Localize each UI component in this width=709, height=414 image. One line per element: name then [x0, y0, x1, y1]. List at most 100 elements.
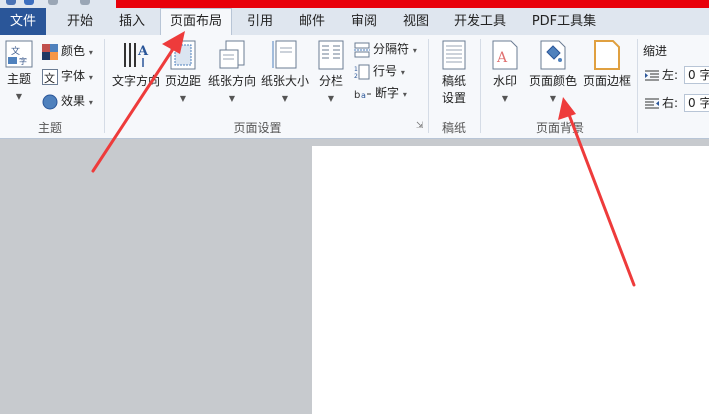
columns-icon	[318, 40, 344, 70]
chevron-down-icon: ▼	[327, 94, 335, 103]
font-icon: 文	[42, 68, 58, 85]
themes-button[interactable]: 文 字 主题 ▼	[4, 40, 34, 105]
page-borders-button[interactable]: 页面边框	[581, 40, 633, 90]
theme-effects-label: 效果	[61, 94, 86, 108]
margins-button[interactable]: 页边距 ▼	[163, 40, 203, 107]
chevron-down-icon: ▾	[88, 98, 93, 107]
text-direction-icon: A	[124, 43, 149, 67]
theme-fonts-label: 字体	[61, 69, 86, 83]
tab-review[interactable]: 审阅	[342, 8, 386, 35]
line-numbers-label: 行号	[373, 64, 398, 78]
hyphenation-label: 断字	[375, 86, 400, 100]
columns-label: 分栏	[318, 74, 343, 88]
size-button[interactable]: 纸张大小 ▼	[259, 40, 311, 107]
group-label-page-setup: 页面设置	[233, 121, 282, 135]
page-size-icon	[272, 40, 297, 69]
size-label: 纸张大小	[260, 74, 309, 88]
page-color-label: 页面颜色	[528, 74, 577, 88]
group-label-manuscript: 稿纸	[441, 121, 466, 135]
watermark-button[interactable]: A 水印 ▼	[488, 40, 522, 107]
group-separator	[428, 39, 429, 133]
hyphenation-button[interactable]: b a 断字 ▾	[354, 83, 407, 103]
chevron-down-icon: ▼	[501, 94, 509, 103]
svg-text:A: A	[496, 50, 508, 66]
svg-text:字: 字	[19, 56, 27, 66]
chevron-down-icon: ▼	[549, 94, 557, 103]
chevron-down-icon: ▾	[412, 46, 417, 55]
tab-developer[interactable]: 开发工具	[446, 8, 514, 35]
svg-text:1: 1	[354, 66, 358, 73]
text-direction-button[interactable]: A 文字方向	[110, 40, 162, 90]
paint-bucket-icon	[540, 40, 566, 70]
manuscript-settings-label-line2: 设置	[441, 91, 466, 105]
chevron-down-icon: ▾	[88, 73, 93, 82]
group-label-themes: 主题	[37, 121, 62, 135]
manuscript-icon	[442, 40, 466, 70]
hyphenation-icon: b a	[354, 90, 371, 101]
page-setup-dialog-launcher-icon[interactable]: ⇲	[416, 121, 424, 131]
indent-title: 缩进	[643, 44, 668, 58]
svg-text:b: b	[354, 90, 360, 101]
svg-text:文: 文	[11, 45, 20, 57]
group-separator	[637, 39, 638, 133]
tab-insert[interactable]: 插入	[110, 8, 154, 35]
themes-label: 主题	[6, 72, 31, 86]
themes-icon: 文 字	[5, 40, 33, 68]
text-direction-label: 文字方向	[111, 74, 160, 88]
redo-icon[interactable]	[48, 0, 58, 5]
undo-icon[interactable]	[24, 0, 34, 5]
customize-icon[interactable]	[80, 0, 90, 5]
page-color-button[interactable]: 页面颜色 ▼	[526, 40, 580, 107]
theme-colors-button[interactable]: 颜色 ▾	[42, 41, 93, 61]
manuscript-settings-label-line1: 稿纸	[441, 74, 466, 88]
breaks-icon	[354, 42, 370, 57]
svg-text:A: A	[137, 44, 149, 59]
page-borders-icon	[594, 40, 620, 70]
chevron-down-icon: ▾	[400, 68, 405, 77]
indent-right-label: 右:	[645, 93, 678, 113]
tab-pdf-tools[interactable]: PDF工具集	[524, 8, 604, 35]
columns-button[interactable]: 分栏 ▼	[315, 40, 347, 107]
group-label-page-background: 页面背景	[535, 121, 584, 135]
orientation-label: 纸张方向	[207, 74, 256, 88]
tab-view[interactable]: 视图	[394, 8, 438, 35]
tab-mailings[interactable]: 邮件	[290, 8, 334, 35]
tab-home[interactable]: 开始	[58, 8, 102, 35]
indent-left-label: 左:	[645, 65, 678, 85]
breaks-label: 分隔符	[373, 42, 410, 56]
indent-left-icon	[645, 70, 659, 80]
svg-text:2: 2	[354, 73, 358, 80]
indent-right-input[interactable]: 0 字	[684, 94, 709, 112]
chevron-down-icon: ▼	[228, 94, 236, 103]
document-page[interactable]	[312, 146, 709, 414]
theme-effects-button[interactable]: 效果 ▾	[42, 91, 93, 111]
chevron-down-icon: ▼	[179, 94, 187, 103]
effects-icon	[42, 94, 58, 109]
indent-left-input[interactable]: 0 字	[684, 66, 709, 84]
svg-text:a: a	[361, 91, 366, 100]
group-separator	[480, 39, 481, 133]
tab-file[interactable]: 文件	[0, 8, 46, 35]
orientation-button[interactable]: 纸张方向 ▼	[206, 40, 258, 107]
line-numbers-button[interactable]: 1 2 行号 ▾	[354, 61, 405, 81]
page-borders-label: 页面边框	[582, 74, 631, 88]
color-palette-icon	[42, 43, 58, 60]
tab-page-layout[interactable]: 页面布局	[160, 8, 232, 36]
chevron-down-icon: ▾	[402, 90, 407, 99]
breaks-button[interactable]: 分隔符 ▾	[354, 39, 417, 59]
theme-fonts-button[interactable]: 文 字体 ▾	[42, 66, 93, 86]
orientation-icon	[219, 40, 245, 69]
tab-references[interactable]: 引用	[238, 8, 282, 35]
chevron-down-icon: ▾	[88, 48, 93, 57]
title-bar	[116, 0, 709, 8]
svg-text:文: 文	[44, 71, 55, 85]
themes-dropdown-icon: ▼	[15, 92, 23, 101]
margins-icon	[170, 40, 196, 70]
ribbon-tab-bar: 文件 开始 插入 页面布局 引用 邮件 审阅 视图 开发工具 PDF工具集	[0, 8, 709, 36]
manuscript-settings-button[interactable]: 稿纸 设置	[434, 40, 474, 107]
watermark-label: 水印	[492, 74, 517, 88]
line-numbers-icon: 1 2	[354, 64, 370, 80]
save-icon[interactable]	[6, 0, 16, 5]
ribbon-page-layout: 文 字 主题 ▼ 颜色 ▾ 文 字体 ▾ 效果 ▾ 主题 A 文字方向 页边距 …	[0, 35, 709, 139]
margins-label: 页边距	[164, 74, 201, 88]
